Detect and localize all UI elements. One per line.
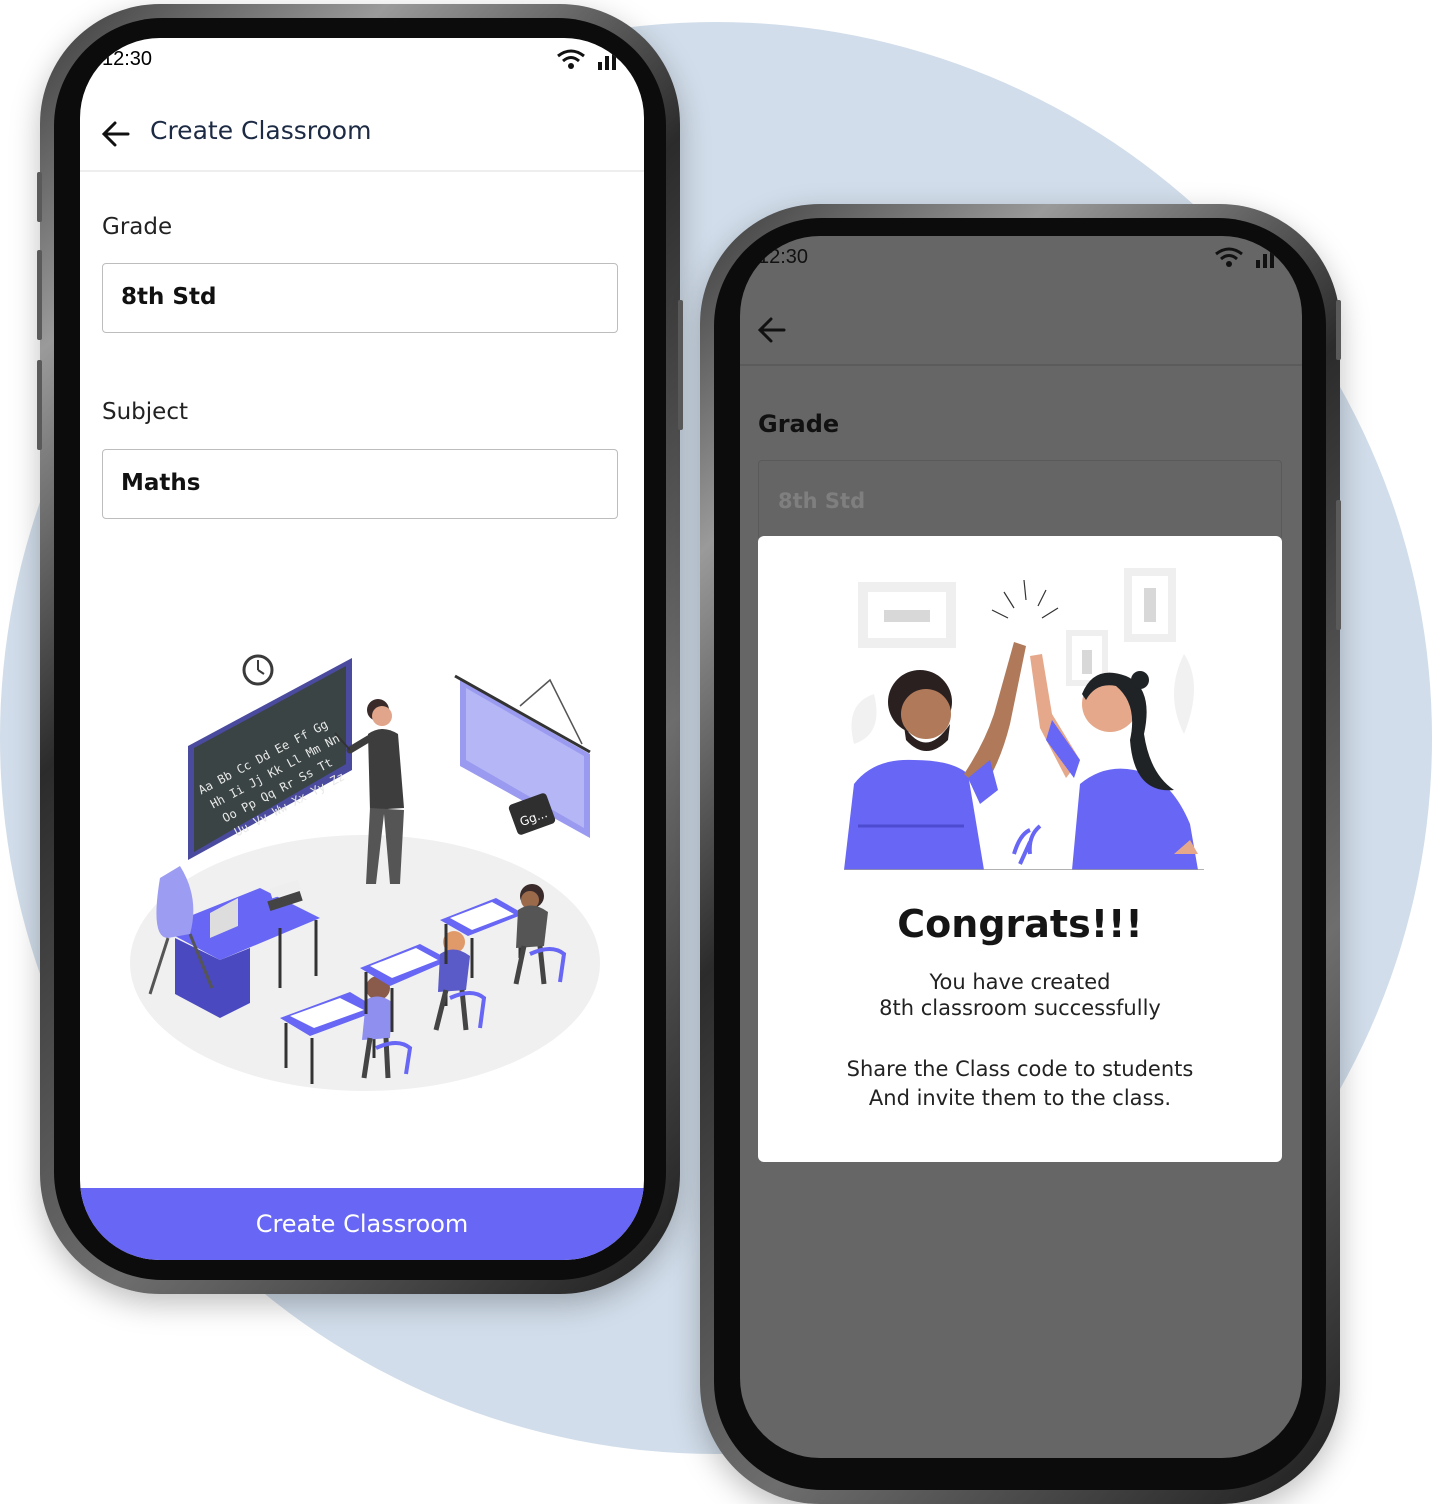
phone-mute-button <box>37 172 42 222</box>
phone-volume-up-button <box>37 250 42 340</box>
status-bar: 12:30 <box>80 38 644 78</box>
signal-icon <box>1256 247 1274 268</box>
grade-field[interactable]: 8th Std <box>102 263 618 333</box>
subject-field-value: Maths <box>121 470 201 496</box>
grade-field-value: 8th Std <box>121 284 217 310</box>
subject-label: Subject <box>102 399 188 425</box>
grade-label: Grade <box>758 410 840 438</box>
create-classroom-button[interactable]: Create Classroom <box>80 1188 644 1260</box>
subject-field[interactable]: Maths <box>102 449 618 519</box>
phone-power-button <box>678 300 683 430</box>
phone-volume-down-button <box>37 360 42 450</box>
status-time: 12:30 <box>102 48 153 70</box>
grade-field-value: 8th Std <box>778 489 866 513</box>
status-bar: 12:30 <box>740 236 1302 276</box>
dialog-message-line: 8th classroom successfully <box>879 996 1161 1020</box>
dialog-message-line: Share the Class code to students <box>846 1057 1194 1081</box>
status-time: 12:30 <box>758 246 809 268</box>
wifi-icon <box>1215 247 1243 267</box>
phone-power-button <box>1336 500 1341 630</box>
wifi-icon <box>557 49 585 69</box>
back-arrow-icon[interactable] <box>100 118 132 150</box>
back-arrow-icon[interactable] <box>756 314 788 346</box>
create-classroom-screen: 12:30 Create Classroom Grade 8th Std Sub… <box>80 38 644 1260</box>
grade-label: Grade <box>102 214 173 240</box>
dialog-message-line: And invite them to the class. <box>868 1086 1172 1110</box>
signal-icon <box>598 49 616 70</box>
congrats-screen: 12:30 Grade 8th Std Congrats!!! You have… <box>740 236 1302 1458</box>
page-title: Create Classroom <box>150 116 372 145</box>
classroom-illustration: Aa Bb Cc Dd Ee Ff Gg Hh Ii Jj Kk Ll Mm N… <box>130 654 600 1091</box>
phone-side-button <box>1336 300 1341 360</box>
grade-field: 8th Std <box>758 460 1282 540</box>
dialog-title: Congrats!!! <box>897 902 1143 946</box>
success-dialog: Congrats!!! You have created 8th classro… <box>758 536 1282 1162</box>
high-five-illustration <box>844 568 1204 870</box>
app-bar-divider <box>740 364 1302 366</box>
dialog-message-line: You have created <box>929 970 1111 994</box>
